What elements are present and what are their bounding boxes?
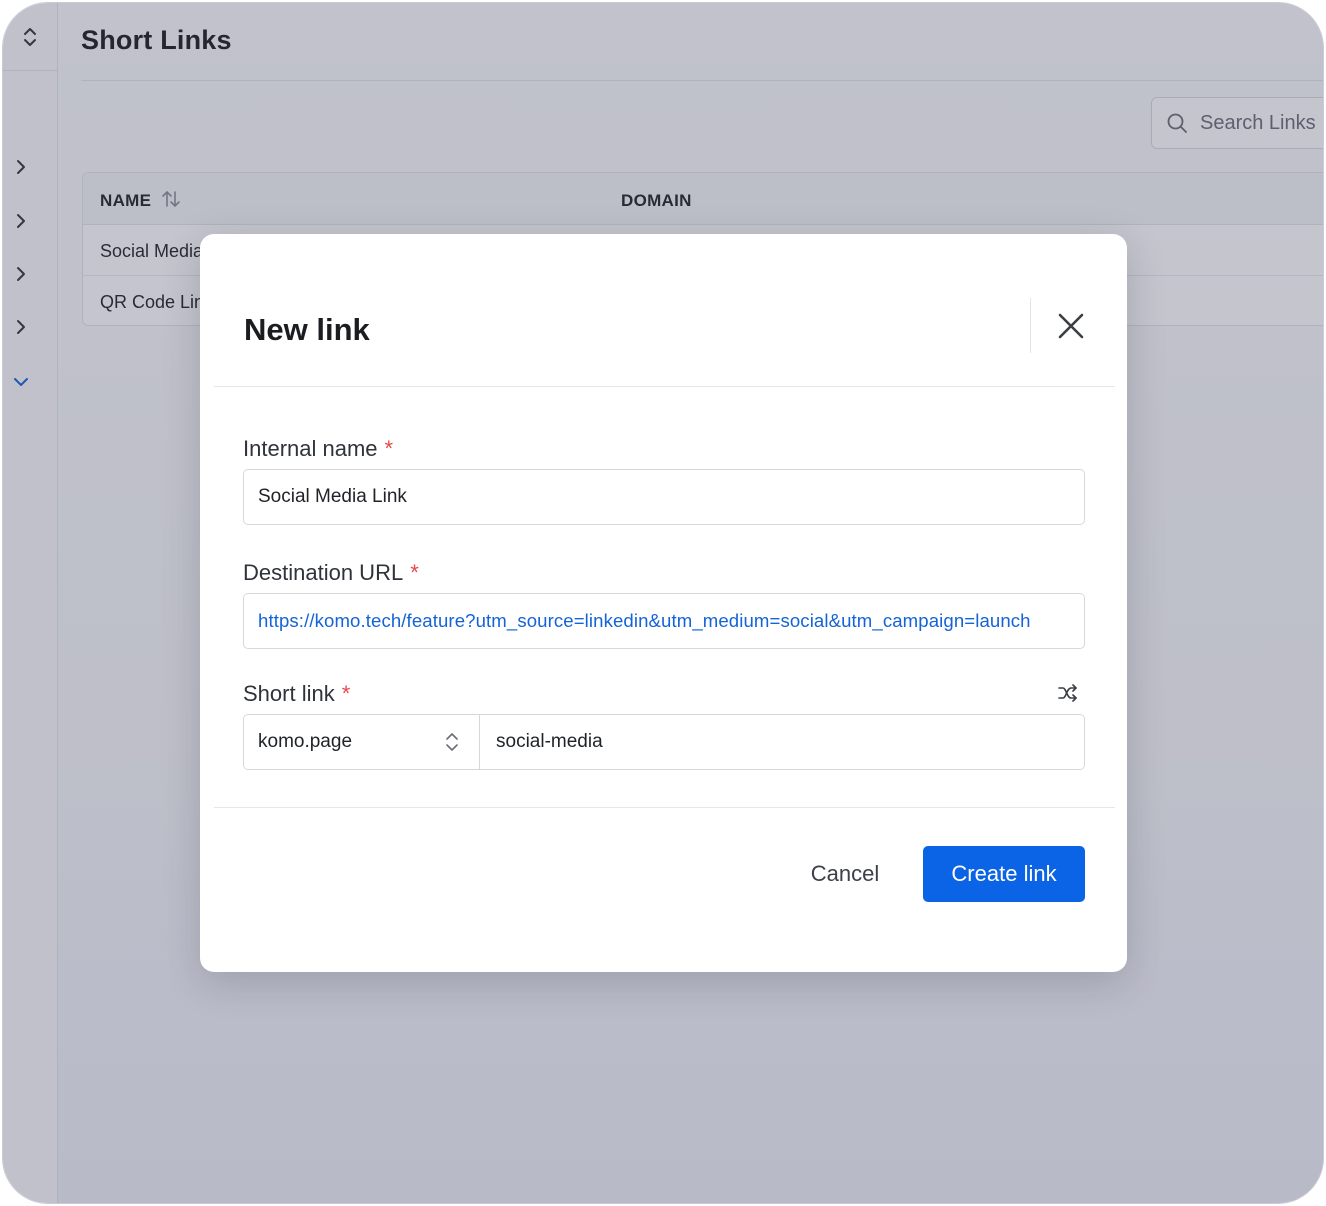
shuffle-icon[interactable] — [1057, 684, 1079, 702]
destination-url-input[interactable]: https://komo.tech/feature?utm_source=lin… — [243, 593, 1085, 649]
required-marker: * — [341, 681, 351, 706]
dialog-title: New link — [244, 312, 370, 347]
internal-name-input[interactable]: Social Media Link — [243, 469, 1085, 525]
short-link-label: Short link * — [243, 681, 350, 707]
divider — [214, 386, 1115, 387]
app-window: Short Links Search Links NAME DOMAIN Soc… — [2, 2, 1324, 1204]
domain-select[interactable]: komo.page — [244, 715, 480, 769]
destination-url-label-text: Destination URL — [243, 560, 404, 585]
short-link-group: komo.page social-media — [243, 714, 1085, 770]
short-link-label-text: Short link — [243, 681, 335, 706]
divider — [1030, 298, 1031, 353]
domain-select-value: komo.page — [258, 731, 353, 752]
required-marker: * — [410, 560, 419, 585]
internal-name-label-text: Internal name — [243, 436, 378, 461]
cancel-button[interactable]: Cancel — [790, 846, 900, 902]
divider — [214, 807, 1115, 808]
internal-name-label: Internal name * — [243, 436, 393, 462]
destination-url-label: Destination URL * — [243, 560, 419, 586]
new-link-dialog: New link Internal name * Social Media Lin… — [200, 234, 1127, 972]
close-icon[interactable] — [1055, 310, 1087, 342]
create-link-button[interactable]: Create link — [923, 846, 1085, 902]
select-arrows-icon — [446, 733, 458, 751]
required-marker: * — [384, 436, 394, 461]
slug-input[interactable]: social-media — [480, 715, 603, 769]
